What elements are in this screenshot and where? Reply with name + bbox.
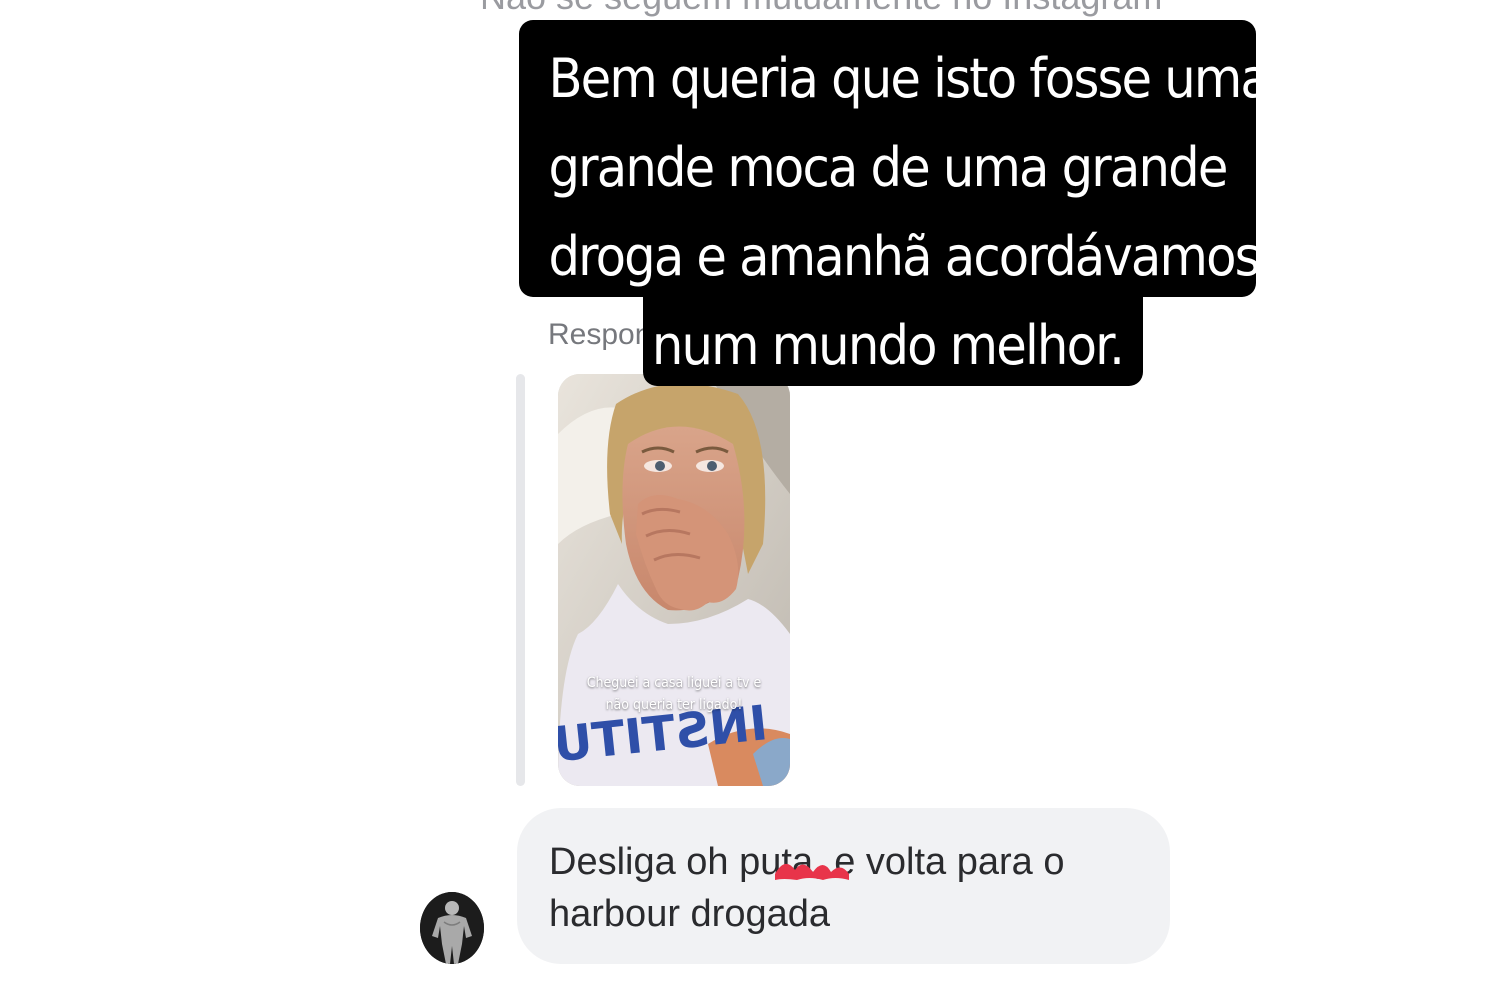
story-reply-label: Respondeu à sua história — [548, 318, 889, 351]
overlay-bg-top — [519, 20, 1256, 297]
overlay-line: droga e amanhã acordávamos — [548, 225, 1260, 288]
chat-screen: Não se seguem mutuamente no Instagram Re… — [0, 0, 1500, 1000]
overlay-line: Bem queria que isto fosse uma — [548, 47, 1270, 110]
story-photo-illustration: INSTITU — [558, 374, 790, 786]
reply-quote-bar — [516, 374, 525, 786]
overlay-line: grande moca de uma grande — [548, 136, 1228, 199]
story-thumbnail[interactable]: INSTITU Cheguei a casa liguei a tv e não… — [558, 374, 790, 786]
avatar-icon — [420, 892, 484, 964]
message-bubble[interactable]: Desliga oh puta, e volta para o harbour … — [517, 808, 1170, 964]
sender-avatar[interactable] — [420, 892, 484, 964]
message-text-part: Desliga oh p — [549, 841, 761, 883]
story-caption: Cheguei a casa liguei a tv e não queria … — [586, 675, 762, 713]
red-scribble-icon — [775, 863, 849, 880]
mutual-follow-note: Não se seguem mutuamente no Instagram — [480, 0, 1162, 18]
message-line-2: harbour drogada — [549, 893, 830, 935]
